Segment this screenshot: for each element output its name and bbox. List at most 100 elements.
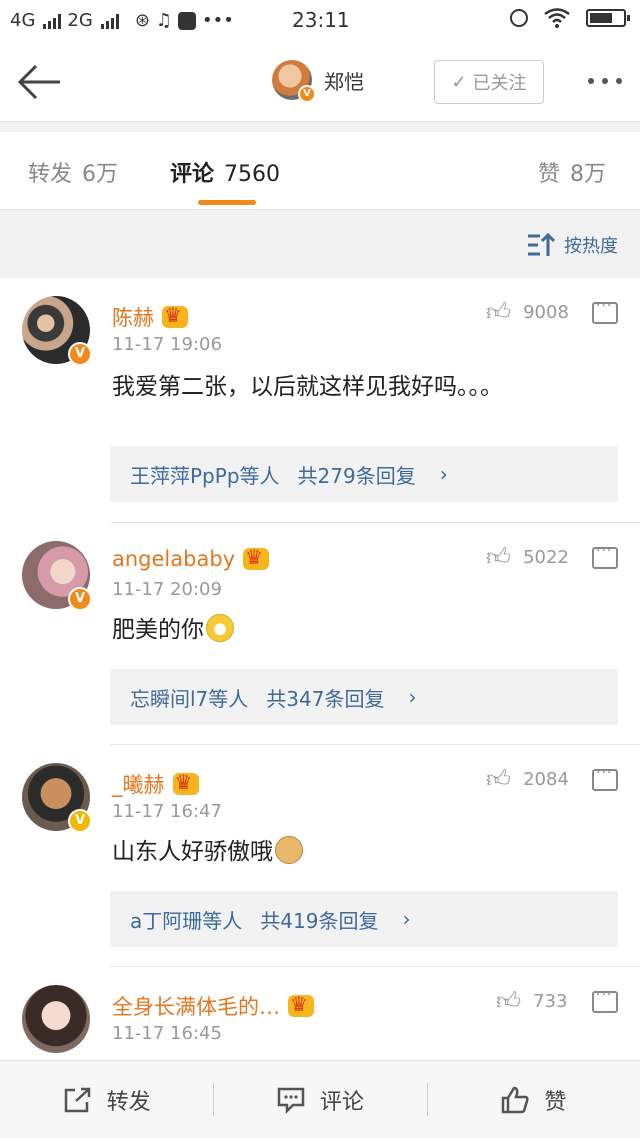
avatar[interactable]: V <box>22 541 92 611</box>
list-item: V 陈赫 11-17 19:06 👍︎ 9008 我爱第二张，以后就这样见我好吗… <box>0 278 640 523</box>
follow-label: 已关注 <box>472 73 527 94</box>
signal-icon <box>100 13 119 29</box>
more-menu-icon[interactable] <box>588 78 622 84</box>
reply-icon[interactable] <box>592 987 618 1013</box>
battery-icon <box>586 9 630 27</box>
avatar[interactable]: V <box>22 296 92 366</box>
comment-text: 山东人好骄傲哦 <box>112 835 532 869</box>
reply-icon[interactable] <box>592 298 618 324</box>
comment-text-content: 肥美的你 <box>112 617 204 643</box>
comment-icon <box>277 1087 305 1114</box>
verified-badge-icon: V <box>298 85 316 103</box>
comment-label: 评论 <box>319 1089 364 1115</box>
chevron-right-icon: › <box>408 685 417 709</box>
more-dots-icon: ••• <box>202 10 234 31</box>
follow-button[interactable]: ✓ 已关注 <box>434 60 544 104</box>
tab-count: 7560 <box>224 162 281 187</box>
repost-label: 转发 <box>106 1089 151 1115</box>
comment-text-content: 山东人好骄傲哦 <box>112 839 273 865</box>
comment-list: V 陈赫 11-17 19:06 👍︎ 9008 我爱第二张，以后就这样见我好吗… <box>0 278 640 1060</box>
like-button[interactable]: 赞 <box>426 1061 640 1138</box>
reply-summary[interactable]: a丁阿珊等人 共419条回复 › <box>110 891 618 947</box>
tab-label: 赞 <box>538 162 561 187</box>
tab-repost[interactable]: 转发 6万 <box>28 156 118 188</box>
comment-button[interactable]: 评论 <box>213 1061 426 1138</box>
reply-count: 共419条回复 <box>260 908 379 933</box>
status-left: 4G 2G ⊛ ♫ ••• <box>10 10 234 31</box>
commenter-name[interactable]: 陈赫 <box>112 302 188 332</box>
comment-text: 我爱第二张，以后就这样见我好吗。。。 <box>112 374 503 400</box>
repost-button[interactable]: 转发 <box>0 1061 213 1138</box>
reply-count: 共279条回复 <box>297 463 416 488</box>
share-icon <box>64 1087 90 1112</box>
like-button[interactable]: 👍︎ 733 <box>496 987 567 1016</box>
tab-count: 6万 <box>82 162 119 187</box>
comment-text: 肥美的你 <box>112 613 532 647</box>
status-right <box>510 8 630 28</box>
back-button[interactable] <box>14 60 64 104</box>
comment-time: 11-17 20:09 <box>112 579 222 600</box>
reply-users: a丁阿珊等人 <box>130 908 243 933</box>
like-count: 733 <box>533 991 568 1012</box>
tab-likes[interactable]: 赞 8万 <box>538 156 606 188</box>
like-button[interactable]: 👍︎ 5022 <box>486 543 569 572</box>
sort-icon <box>528 232 556 256</box>
nav-bar: V 郑恺 ✓ 已关注 <box>0 42 640 122</box>
verified-badge-icon: V <box>68 809 92 833</box>
crown-badge-icon <box>288 992 314 1017</box>
music-icon: ♫ <box>155 10 173 31</box>
tab-comments[interactable]: 评论 7560 <box>170 156 280 188</box>
like-count: 2084 <box>523 769 569 790</box>
sort-button[interactable]: 按热度 <box>526 232 618 258</box>
laugh-cry-emoji-icon <box>206 614 234 642</box>
status-time: 23:11 <box>292 8 350 32</box>
commenter-name[interactable]: angelababy <box>112 545 270 571</box>
status-bar: 4G 2G ⊛ ♫ ••• 23:11 <box>0 0 640 42</box>
reply-summary[interactable]: 王萍萍PpPp等人 共279条回复 › <box>110 446 618 502</box>
reply-summary[interactable]: 忘瞬间l7等人 共347条回复 › <box>110 669 618 725</box>
thumbs-up-icon: 👍︎ <box>486 543 512 571</box>
like-button[interactable]: 👍︎ 9008 <box>486 298 569 327</box>
chevron-right-icon: › <box>439 462 448 486</box>
verified-badge-icon: V <box>68 587 92 611</box>
commenter-name[interactable]: _曦赫 <box>112 769 199 799</box>
nav-user[interactable]: V 郑恺 <box>272 60 364 103</box>
tab-bar: 转发 6万 评论 7560 赞 8万 <box>0 132 640 210</box>
alarm-icon <box>510 9 528 27</box>
weibo-icon: ⊛ <box>134 10 150 31</box>
like-label: 赞 <box>544 1089 567 1115</box>
tab-label: 评论 <box>170 162 215 187</box>
comment-time: 11-17 19:06 <box>112 334 222 355</box>
sort-label: 按热度 <box>564 236 618 257</box>
verified-badge-icon: V <box>68 342 92 366</box>
reply-icon[interactable] <box>592 543 618 569</box>
list-item: 全身长满体毛的… 11-17 16:45 👍︎ 733 <box>0 967 640 1060</box>
like-count: 5022 <box>523 547 569 568</box>
tab-count: 8万 <box>570 162 607 187</box>
reply-icon[interactable] <box>592 765 618 791</box>
network-2g-label: 2G <box>67 10 93 31</box>
thumbs-up-icon: 👍︎ <box>486 765 512 793</box>
commenter-name-text: 陈赫 <box>112 306 154 330</box>
reply-count: 共347条回复 <box>266 686 385 711</box>
commenter-name-text: angelababy <box>112 547 236 571</box>
avatar[interactable] <box>22 985 90 1053</box>
thumbs-up-icon: 👍︎ <box>486 298 512 326</box>
commenter-name-text: _曦赫 <box>112 773 165 797</box>
crown-badge-icon <box>172 770 199 795</box>
avatar[interactable]: V <box>272 60 316 103</box>
commenter-name[interactable]: 全身长满体毛的… <box>112 991 314 1021</box>
back-arrow-icon <box>17 64 60 100</box>
reply-users: 忘瞬间l7等人 <box>130 686 249 711</box>
comment-time: 11-17 16:45 <box>112 1023 222 1044</box>
list-item: V angelababy 11-17 20:09 👍︎ 5022 肥美的你 忘瞬… <box>0 523 640 745</box>
wifi-icon <box>544 8 570 28</box>
avatar[interactable]: V <box>22 763 92 833</box>
comment-time: 11-17 16:47 <box>112 801 222 822</box>
doge-emoji-icon <box>275 836 303 864</box>
like-button[interactable]: 👍︎ 2084 <box>486 765 569 794</box>
check-icon: ✓ <box>451 71 467 93</box>
bottom-action-bar: 转发 评论 赞 <box>0 1060 640 1138</box>
commenter-name-text: 全身长满体毛的… <box>112 995 280 1019</box>
signal-icon <box>43 13 62 29</box>
